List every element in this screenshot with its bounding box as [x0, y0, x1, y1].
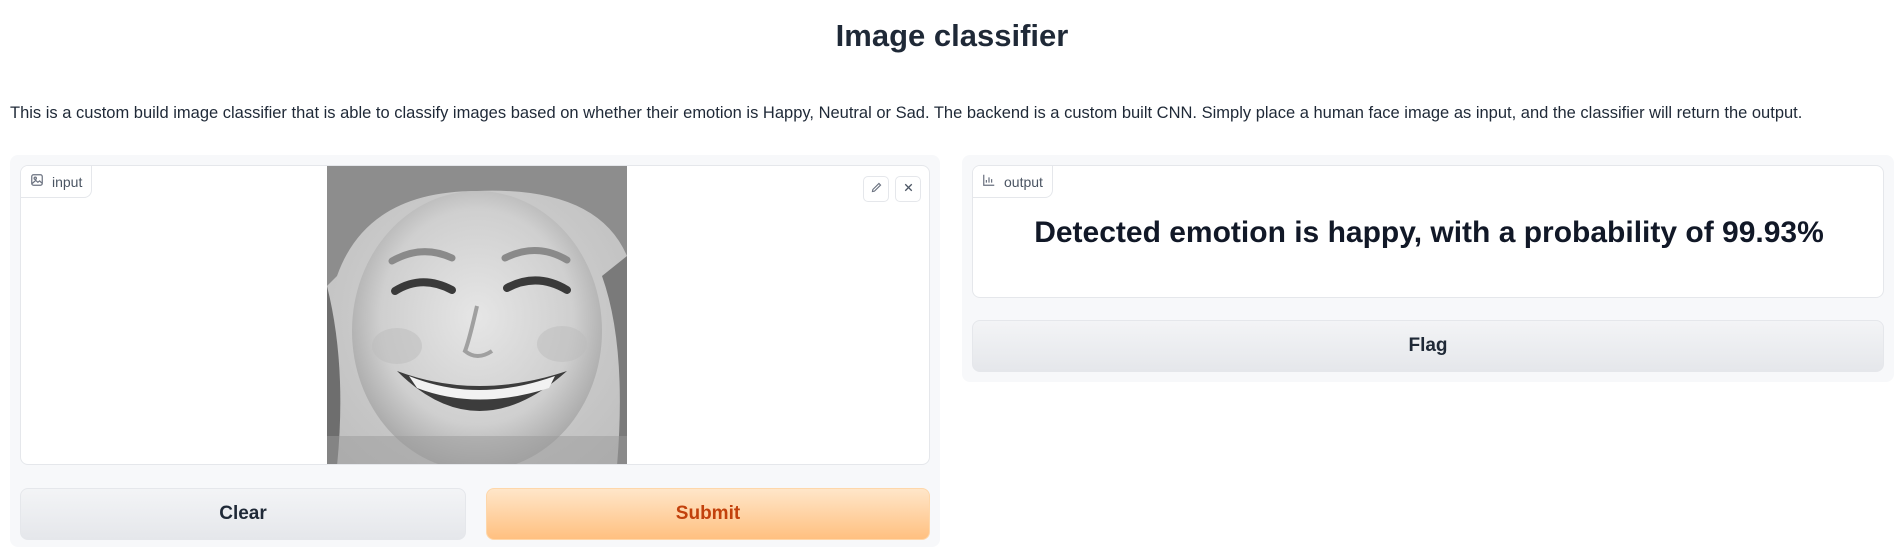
close-icon: [902, 181, 915, 197]
edit-icon: [870, 181, 883, 197]
page-title: Image classifier: [835, 18, 1069, 53]
output-label-tag: output: [973, 166, 1053, 198]
output-label: output: [1004, 173, 1043, 190]
image-icon: [30, 173, 44, 190]
edit-button[interactable]: [863, 176, 889, 202]
remove-image-button[interactable]: [895, 176, 921, 202]
clear-button[interactable]: Clear: [20, 488, 466, 540]
input-label-tag: input: [21, 166, 93, 198]
output-result: Detected emotion is happy, with a probab…: [1034, 216, 1824, 249]
flag-button[interactable]: Flag: [972, 320, 1884, 372]
output-panel: output Detected emotion is happy, with a…: [962, 155, 1894, 382]
image-input[interactable]: input: [20, 165, 930, 465]
input-image: [327, 166, 627, 464]
chart-icon: [982, 173, 996, 190]
page-description: This is a custom build image classifier …: [10, 104, 1803, 122]
input-panel: input Clear Submit: [10, 155, 940, 547]
submit-button[interactable]: Submit: [486, 488, 930, 540]
image-tools: [863, 176, 921, 202]
output-box: output Detected emotion is happy, with a…: [972, 165, 1884, 298]
input-label: input: [52, 173, 83, 190]
